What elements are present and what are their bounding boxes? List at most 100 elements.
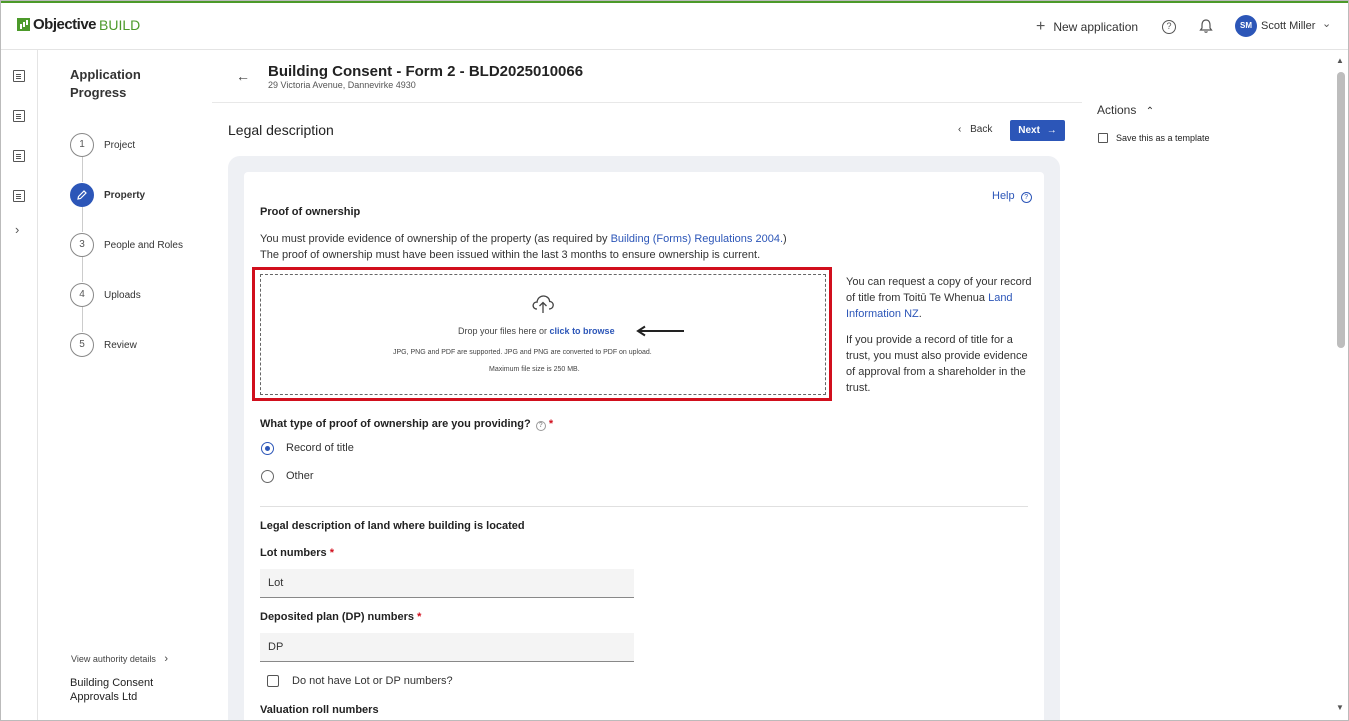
arrow-right-icon: → <box>1046 125 1057 136</box>
back-arrow-icon[interactable]: ← <box>236 68 250 84</box>
proof-type-label: What type of proof of ownership are you … <box>260 418 531 430</box>
chevron-down-icon[interactable]: ⌄ <box>1322 17 1331 30</box>
progress-title: Application Progress <box>70 67 141 100</box>
step-label: People and Roles <box>104 239 183 251</box>
browse-link[interactable]: click to browse <box>550 326 615 336</box>
page-title: Building Consent - Form 2 - BLD202501006… <box>268 63 584 80</box>
drop-instructions: Drop your files here or click to browse <box>458 326 615 336</box>
ownership-text-line-1: You must provide evidence of ownership o… <box>260 233 787 245</box>
proof-type-question: What type of proof of ownership are you … <box>260 418 553 431</box>
lot-numbers-input[interactable]: Lot <box>260 569 634 598</box>
no-lot-dp-label[interactable]: Do not have Lot or DP numbers? <box>292 675 453 687</box>
legal-description-heading: Legal description of land where building… <box>260 520 525 532</box>
left-rail: › <box>0 50 38 721</box>
back-button[interactable]: ‹ Back <box>958 124 992 135</box>
info-icon[interactable]: ? <box>535 421 546 431</box>
section-title: Legal description <box>228 122 334 138</box>
new-application-label: New application <box>1053 20 1139 34</box>
dp-numbers-input[interactable]: DP <box>260 633 634 662</box>
scroll-down-icon[interactable]: ▼ <box>1336 703 1344 712</box>
dp-numbers-label: Deposited plan (DP) numbers * <box>260 611 421 623</box>
lot-numbers-text: Lot numbers <box>260 547 327 559</box>
step-number: 4 <box>70 283 94 307</box>
save-icon <box>1098 133 1108 143</box>
drop-text: Drop your files here or <box>458 326 550 336</box>
pencil-icon <box>70 183 94 207</box>
forms-icon[interactable] <box>13 110 25 122</box>
proof-of-ownership-heading: Proof of ownership <box>260 206 361 218</box>
help-icon: ? <box>1020 192 1032 203</box>
app-logo[interactable]: Objective BUILD <box>17 16 140 33</box>
new-application-button[interactable]: + New application <box>1036 18 1138 36</box>
radio-label-other[interactable]: Other <box>286 470 314 482</box>
lot-numbers-label: Lot numbers * <box>260 547 334 559</box>
chevron-left-icon: ‹ <box>958 124 962 135</box>
radio-label-record-of-title[interactable]: Record of title <box>286 442 354 454</box>
annotation-arrow-icon <box>636 325 686 340</box>
reports-icon[interactable] <box>13 190 25 202</box>
step-number: 5 <box>70 333 94 357</box>
help-link[interactable]: Help ? <box>992 190 1032 203</box>
expand-chevron-icon[interactable]: › <box>15 222 19 237</box>
help-label: Help <box>992 190 1015 202</box>
bell-icon[interactable] <box>1199 18 1213 37</box>
back-button-label: Back <box>970 124 993 135</box>
logo-accent-text: BUILD <box>99 16 141 33</box>
question-circle-icon[interactable]: ? <box>1162 20 1176 34</box>
dashboard-icon[interactable] <box>13 70 25 82</box>
step-label: Review <box>104 339 137 351</box>
ownership-text-line-2: The proof of ownership must have been is… <box>260 249 761 261</box>
dp-numbers-text: Deposited plan (DP) numbers <box>260 611 415 623</box>
radio-record-of-title[interactable] <box>261 442 274 455</box>
user-name[interactable]: Scott Miller <box>1261 20 1315 32</box>
step-people-and-roles[interactable]: 3 People and Roles <box>70 233 183 257</box>
regulations-link[interactable]: Building (Forms) Regulations 2004. <box>611 233 783 245</box>
step-connector <box>82 257 83 282</box>
required-marker: * <box>548 418 554 430</box>
save-template-button[interactable]: Save this as a template <box>1098 133 1210 143</box>
view-authority-link[interactable]: View authority details › <box>71 653 168 665</box>
page-address: 29 Victoria Avenue, Dannevirke 4930 <box>268 80 416 90</box>
step-number: 1 <box>70 133 94 157</box>
save-template-label: Save this as a template <box>1116 133 1210 143</box>
cloud-upload-icon <box>531 293 555 318</box>
no-lot-dp-checkbox[interactable] <box>267 675 279 687</box>
scrollbar-thumb[interactable] <box>1337 72 1345 348</box>
plus-icon: + <box>1036 18 1046 35</box>
top-bar: Objective BUILD + New application ? SM S… <box>0 3 1349 50</box>
valuation-roll-label: Valuation roll numbers <box>260 704 379 716</box>
step-project[interactable]: 1 Project <box>70 133 135 157</box>
actions-toggle[interactable]: Actions ⌃ <box>1097 103 1154 117</box>
step-label: Project <box>104 139 136 151</box>
chevron-right-icon: › <box>164 653 169 665</box>
documents-icon[interactable] <box>13 150 25 162</box>
chevron-up-icon: ⌃ <box>1145 106 1155 117</box>
title-request-info: You can request a copy of your record of… <box>846 274 1036 322</box>
drop-supported-text: JPG, PNG and PDF are supported. JPG and … <box>393 349 652 356</box>
step-label: Property <box>104 189 146 201</box>
authority-name: Building Consent Approvals Ltd <box>70 677 154 703</box>
step-connector <box>82 157 83 182</box>
step-connector <box>82 207 83 232</box>
step-uploads[interactable]: 4 Uploads <box>70 283 141 307</box>
avatar[interactable]: SM <box>1235 15 1257 37</box>
step-review[interactable]: 5 Review <box>70 333 137 357</box>
section-divider <box>260 506 1028 507</box>
step-property[interactable]: Property <box>70 183 145 207</box>
view-authority-label: View authority details <box>71 654 156 664</box>
next-button[interactable]: Next → <box>1010 120 1065 141</box>
radio-other[interactable] <box>261 470 274 483</box>
actions-title: Actions <box>1097 103 1137 117</box>
side-org: Toitū Te Whenua <box>903 292 986 304</box>
ownership-text-close: ) <box>783 233 787 245</box>
ownership-text: You must provide evidence of ownership o… <box>260 233 611 245</box>
next-button-label: Next <box>1018 125 1040 136</box>
side-period: . <box>918 308 922 320</box>
logo-bars-icon <box>17 18 30 31</box>
logo-main-text: Objective <box>33 16 97 33</box>
trust-info: If you provide a record of title for a t… <box>846 334 1028 394</box>
required-marker: * <box>329 547 334 559</box>
required-marker: * <box>417 611 422 623</box>
scroll-up-icon[interactable]: ▲ <box>1336 56 1344 65</box>
drop-max-size-text: Maximum file size is 250 MB. <box>489 366 580 373</box>
